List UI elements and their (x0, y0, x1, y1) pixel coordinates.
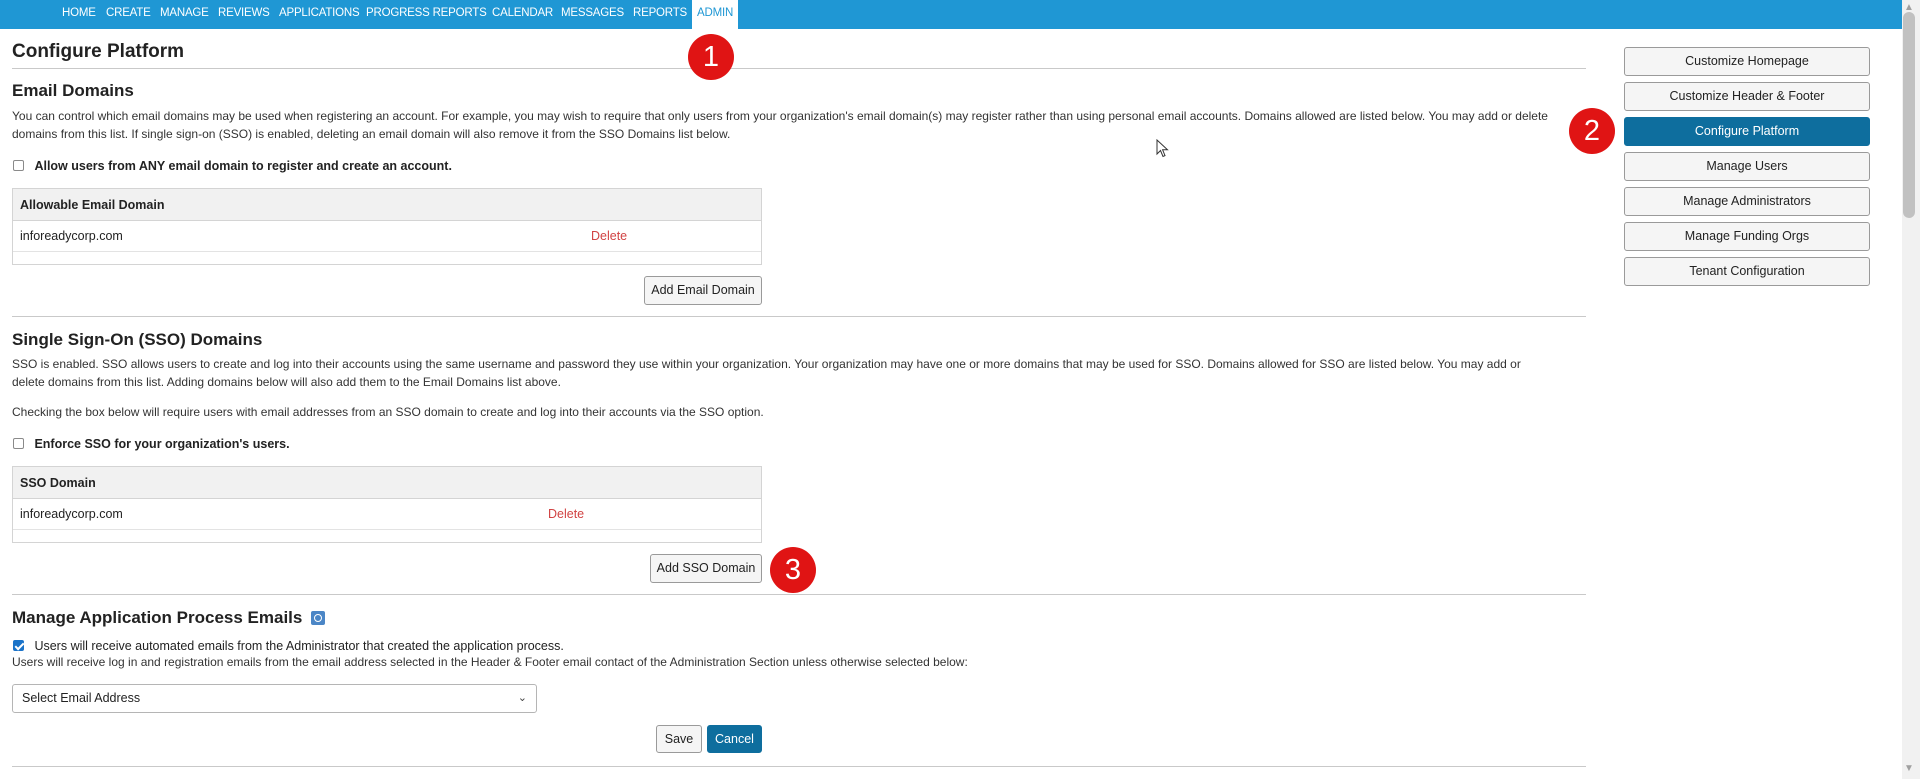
email-domain-table-header: Allowable Email Domain (13, 189, 761, 221)
chevron-down-icon: ⌄ (517, 692, 527, 704)
email-address-select-value: Select Email Address (22, 691, 141, 705)
sidebar-item-configure-platform[interactable]: Configure Platform (1624, 117, 1870, 146)
table-row-empty (13, 530, 761, 542)
enforce-sso-checkbox[interactable] (13, 438, 24, 449)
step-marker-2: 2 (1569, 108, 1615, 154)
sidebar-item-customize-header-footer[interactable]: Customize Header & Footer (1624, 82, 1870, 111)
automated-emails-checkbox[interactable] (13, 640, 24, 651)
step-marker-1: 1 (688, 34, 734, 80)
cancel-button[interactable]: Cancel (707, 725, 762, 753)
add-email-domain-button[interactable]: Add Email Domain (644, 276, 762, 305)
email-address-select[interactable]: Select Email Address ⌄ (12, 684, 537, 713)
sidebar-item-manage-funding-orgs[interactable]: Manage Funding Orgs (1624, 222, 1870, 251)
table-row-empty (13, 252, 761, 264)
table-row: inforeadycorp.com Delete (13, 221, 761, 252)
divider (12, 766, 1586, 767)
save-button[interactable]: Save (656, 725, 702, 753)
sidebar-item-manage-users[interactable]: Manage Users (1624, 152, 1870, 181)
delete-sso-domain-link[interactable]: Delete (548, 499, 584, 530)
enforce-sso-label: Enforce SSO for your organization's user… (34, 437, 290, 451)
automated-emails-row: Users will receive automated emails from… (13, 637, 564, 655)
email-domains-heading: Email Domains (12, 81, 134, 100)
enforce-sso-row: Enforce SSO for your organization's user… (13, 435, 290, 453)
table-row: inforeadycorp.com Delete (13, 499, 761, 530)
add-sso-domain-button[interactable]: Add SSO Domain (650, 554, 762, 583)
sso-domain-table-header: SSO Domain (13, 467, 761, 499)
info-icon[interactable] (310, 611, 325, 625)
registration-emails-note: Users will receive log in and registrati… (12, 655, 968, 669)
nav-home[interactable]: HOME (62, 0, 96, 29)
scroll-up-arrow-icon[interactable]: ▲ (1904, 2, 1914, 13)
sso-enforce-note: Checking the box below will require user… (12, 405, 764, 419)
divider (12, 68, 1586, 69)
scrollbar-thumb[interactable] (1903, 12, 1915, 218)
delete-email-domain-link[interactable]: Delete (591, 221, 627, 252)
sso-domains-heading: Single Sign-On (SSO) Domains (12, 330, 263, 349)
sso-domain-value: inforeadycorp.com (20, 507, 123, 521)
scroll-down-arrow-icon[interactable]: ▼ (1904, 763, 1914, 774)
top-navigation-bar: HOME CREATE MANAGE REVIEWS APPLICATIONS … (0, 0, 1920, 29)
sidebar-item-tenant-configuration[interactable]: Tenant Configuration (1624, 257, 1870, 286)
sidebar-item-manage-administrators[interactable]: Manage Administrators (1624, 187, 1870, 216)
sidebar-item-customize-homepage[interactable]: Customize Homepage (1624, 47, 1870, 76)
nav-reports[interactable]: REPORTS (633, 0, 687, 29)
nav-admin[interactable]: ADMIN (692, 0, 739, 29)
email-domains-description: You can control which email domains may … (12, 109, 1548, 141)
page-title: Configure Platform (12, 41, 185, 62)
allow-any-domain-row: Allow users from ANY email domain to reg… (13, 157, 452, 175)
allow-any-domain-label: Allow users from ANY email domain to reg… (34, 159, 452, 173)
process-emails-heading: Manage Application Process Emails (12, 608, 303, 627)
divider (12, 316, 1586, 317)
nav-calendar[interactable]: CALENDAR (492, 0, 553, 29)
allow-any-domain-checkbox[interactable] (13, 160, 24, 171)
mouse-cursor-icon (1156, 139, 1169, 158)
nav-reviews[interactable]: REVIEWS (218, 0, 270, 29)
divider (12, 594, 1586, 595)
email-domain-table: Allowable Email Domain inforeadycorp.com… (12, 188, 762, 265)
nav-messages[interactable]: MESSAGES (561, 0, 624, 29)
sso-domain-table: SSO Domain inforeadycorp.com Delete (12, 466, 762, 543)
nav-progress-reports[interactable]: PROGRESS REPORTS (366, 0, 487, 29)
step-marker-3: 3 (770, 547, 816, 593)
process-emails-heading-row: Manage Application Process Emails (12, 608, 325, 628)
nav-create[interactable]: CREATE (106, 0, 151, 29)
sso-domains-description: SSO is enabled. SSO allows users to crea… (12, 357, 1521, 389)
nav-manage[interactable]: MANAGE (160, 0, 209, 29)
nav-applications[interactable]: APPLICATIONS (279, 0, 360, 29)
automated-emails-label: Users will receive automated emails from… (34, 639, 564, 653)
email-domain-value: inforeadycorp.com (20, 229, 123, 243)
